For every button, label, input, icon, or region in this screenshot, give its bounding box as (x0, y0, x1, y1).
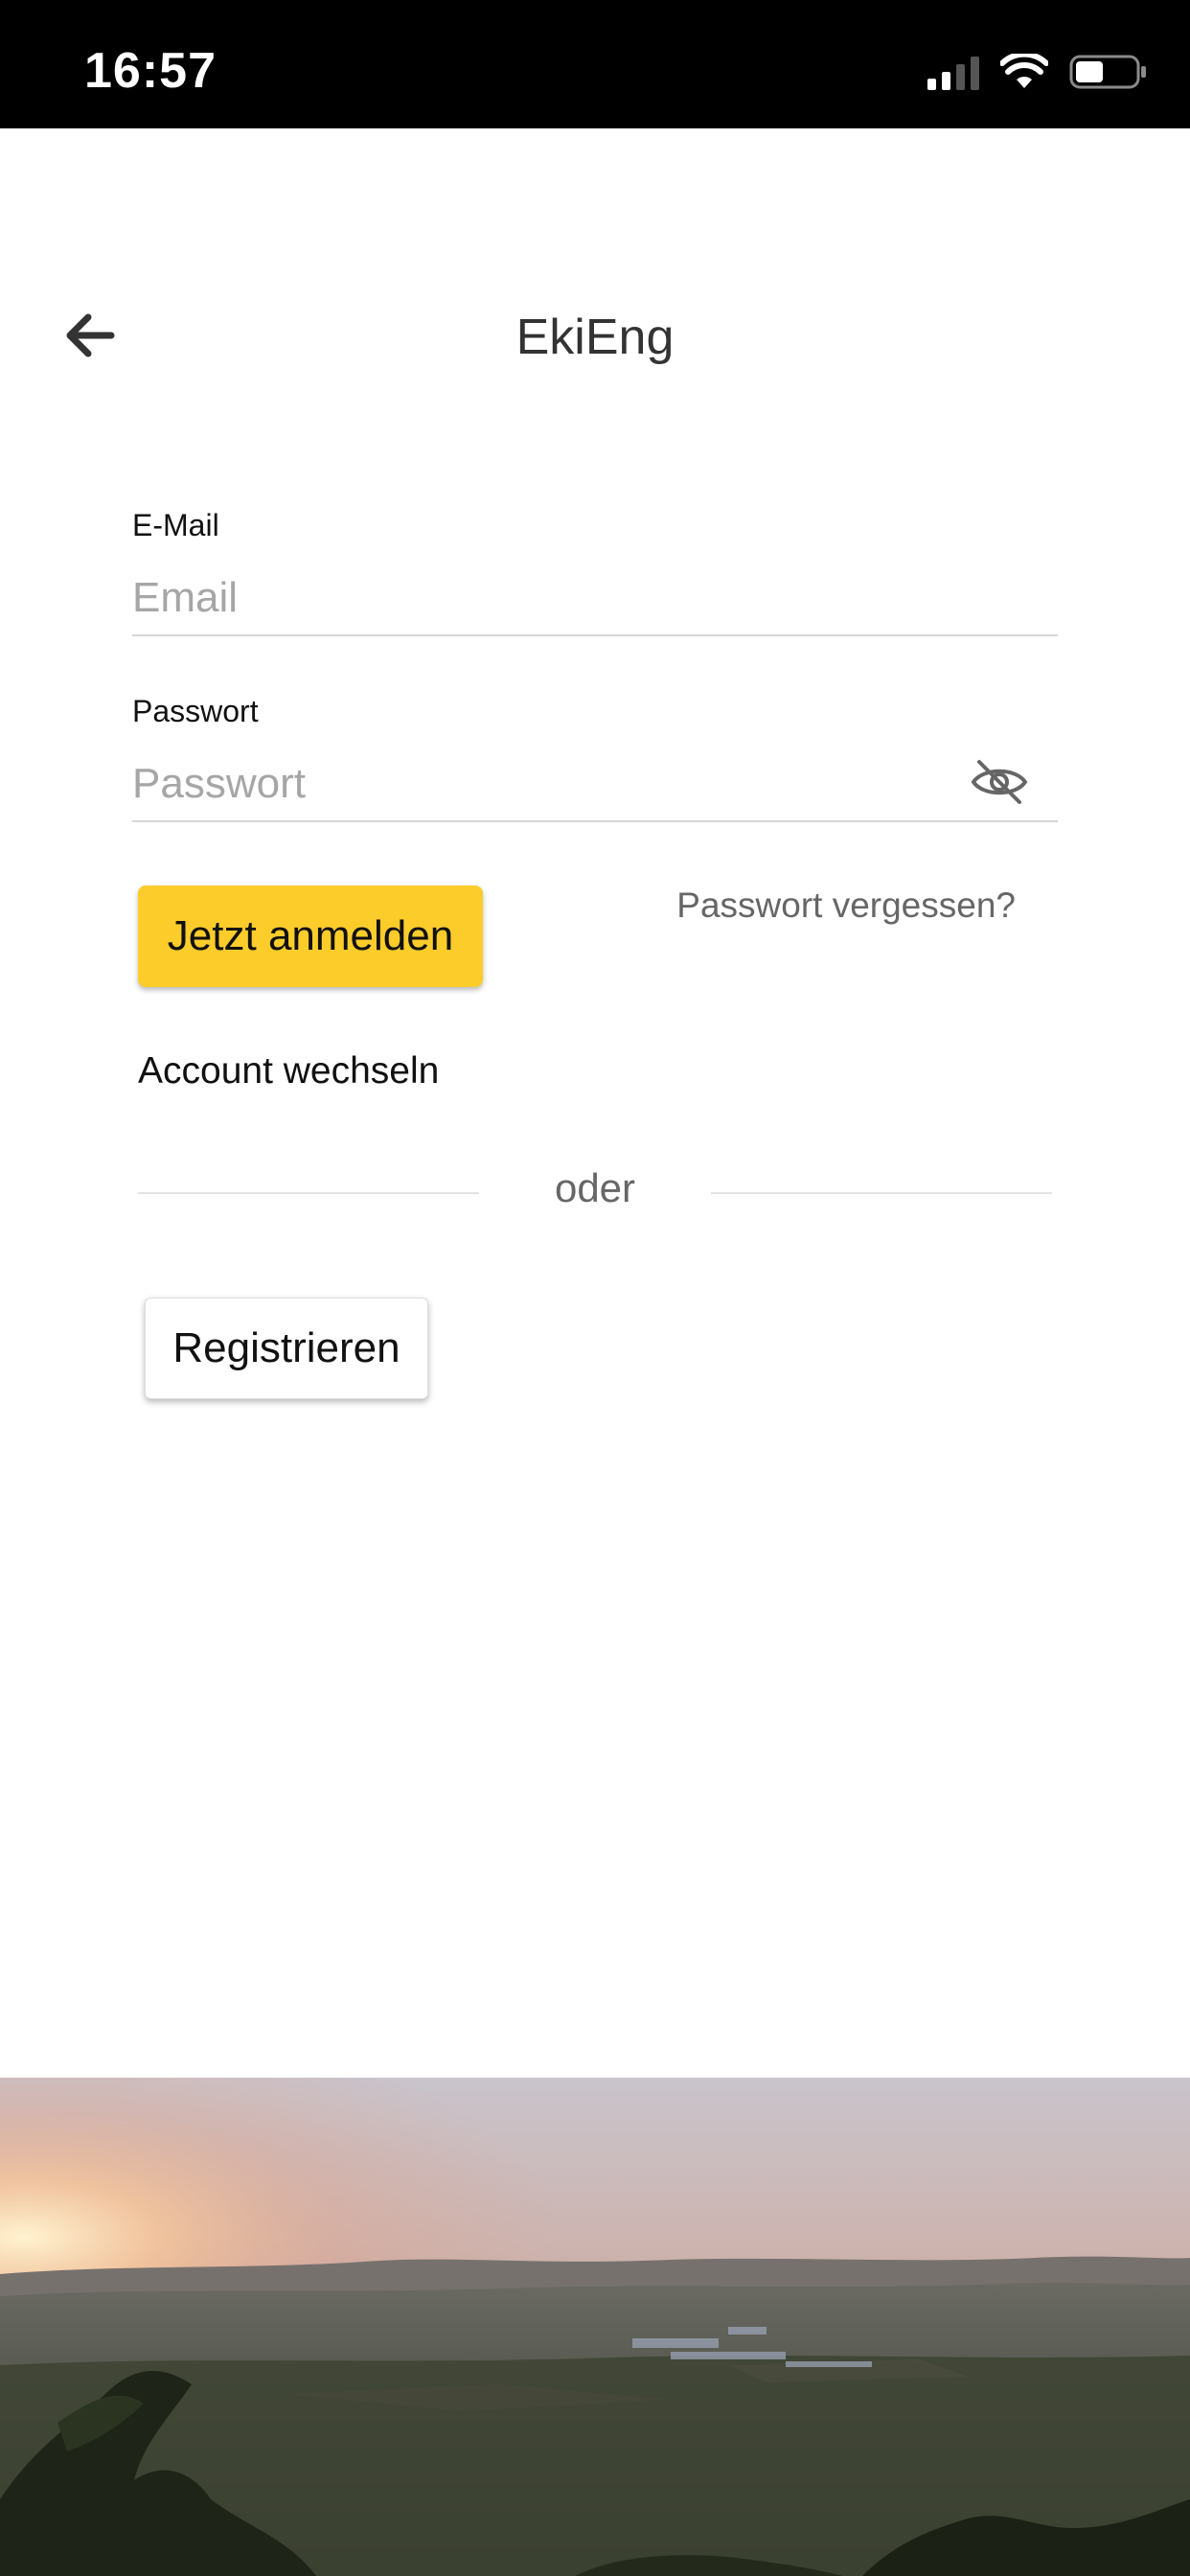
password-visibility-toggle[interactable] (966, 753, 1033, 811)
email-label: E-Mail (132, 508, 219, 542)
password-label: Passwort (132, 694, 259, 728)
register-button[interactable]: Registrieren (145, 1298, 428, 1399)
login-screen: 16:57 EkiEng E-Mail Email Passwort Jetzt… (0, 0, 1190, 2576)
battery-icon (1069, 54, 1148, 90)
wifi-icon (1000, 54, 1048, 90)
divider-label: oder (554, 1165, 636, 1210)
switch-account-link[interactable]: Account wechseln (138, 1050, 439, 1092)
status-bar: 16:57 (0, 0, 1190, 128)
password-field[interactable] (132, 748, 1058, 822)
status-icons (927, 50, 1148, 94)
forgot-password-link[interactable]: Passwort vergessen? (661, 886, 1016, 926)
signal-icon (927, 54, 979, 90)
eye-off-icon (971, 760, 1028, 804)
login-button[interactable]: Jetzt anmelden (138, 886, 483, 987)
email-field[interactable] (132, 562, 1058, 636)
status-time: 16:57 (84, 43, 217, 99)
sunset-landscape-photo (0, 2078, 1190, 2576)
page-title: EkiEng (515, 310, 675, 365)
